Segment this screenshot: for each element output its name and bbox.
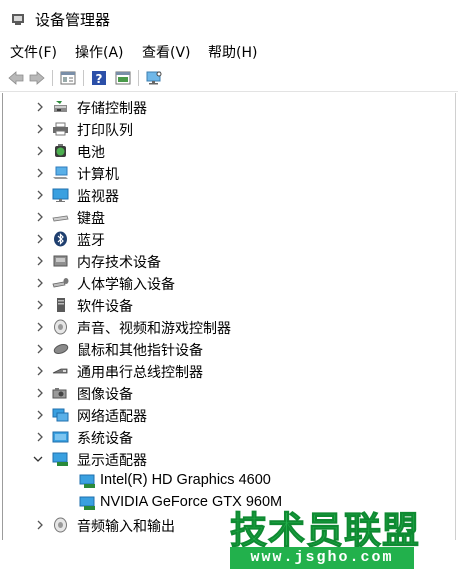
tree-item-imaging-devices[interactable]: 图像设备 bbox=[3, 382, 455, 404]
toolbar: ? bbox=[0, 64, 458, 92]
tree-item-storage-controllers[interactable]: 存储控制器 bbox=[3, 96, 455, 118]
chevron-down-icon[interactable] bbox=[31, 452, 45, 466]
watermark-title: 技术员联盟 bbox=[230, 509, 420, 553]
chevron-right-icon[interactable] bbox=[33, 298, 47, 312]
chevron-right-icon[interactable] bbox=[33, 232, 47, 246]
chevron-right-icon[interactable] bbox=[33, 254, 47, 268]
tree-item-label: Intel(R) HD Graphics 4600 bbox=[100, 472, 271, 488]
computer-icon bbox=[53, 166, 68, 179]
tree-item-batteries[interactable]: 电池 bbox=[3, 140, 455, 162]
keyboard-icon bbox=[52, 215, 69, 222]
watermark-url: www.jsgho.com bbox=[230, 547, 414, 569]
back-icon[interactable] bbox=[6, 68, 26, 88]
tree-item-label: 声音、视频和游戏控制器 bbox=[77, 321, 231, 337]
system-device-icon bbox=[52, 431, 69, 443]
tree-item-usb-controllers[interactable]: 通用串行总线控制器 bbox=[3, 360, 455, 382]
chevron-right-icon[interactable] bbox=[33, 430, 47, 444]
tree-item-label: 计算机 bbox=[77, 167, 119, 183]
network-adapter-icon bbox=[52, 408, 69, 422]
help-icon[interactable]: ? bbox=[89, 68, 109, 88]
hid-icon bbox=[52, 278, 69, 288]
audio-io-icon bbox=[54, 517, 67, 533]
chevron-right-icon[interactable] bbox=[33, 276, 47, 290]
chevron-right-icon[interactable] bbox=[33, 100, 47, 114]
usb-icon bbox=[52, 368, 68, 374]
sound-icon bbox=[54, 319, 67, 335]
software-device-icon bbox=[57, 298, 65, 312]
tree-item-label: 鼠标和其他指针设备 bbox=[77, 343, 203, 359]
tree-item-label: 网络适配器 bbox=[77, 409, 147, 425]
tree-item-label: 电池 bbox=[77, 145, 105, 161]
tree-item-label: 内存技术设备 bbox=[77, 255, 161, 271]
menu-help[interactable]: 帮助(H) bbox=[208, 42, 257, 62]
panel-icon[interactable] bbox=[113, 68, 133, 88]
display-adapter-icon bbox=[79, 474, 95, 488]
tree-item-label: 显示适配器 bbox=[77, 453, 147, 469]
toolbar-separator bbox=[52, 70, 53, 86]
tree-item-human-interface-devices[interactable]: 人体学输入设备 bbox=[3, 272, 455, 294]
monitor-icon bbox=[52, 188, 69, 202]
display-adapter-icon bbox=[79, 496, 95, 510]
chevron-right-icon[interactable] bbox=[33, 122, 47, 136]
tree-item-label: 人体学输入设备 bbox=[77, 277, 175, 293]
tree-item-label: 系统设备 bbox=[77, 431, 133, 447]
chevron-right-icon[interactable] bbox=[33, 342, 47, 356]
tree-item-label: 存储控制器 bbox=[77, 101, 147, 117]
chevron-right-icon[interactable] bbox=[33, 144, 47, 158]
tree-item-label: 蓝牙 bbox=[77, 233, 105, 249]
toolbar-separator bbox=[138, 70, 139, 86]
battery-icon bbox=[55, 144, 66, 157]
tree-child-intel-hd-graphics[interactable]: Intel(R) HD Graphics 4600 bbox=[3, 470, 455, 492]
tree-item-label: 打印队列 bbox=[77, 123, 133, 139]
tree-item-monitors[interactable]: 监视器 bbox=[3, 184, 455, 206]
properties-icon[interactable] bbox=[58, 68, 78, 88]
window-title: 设备管理器 bbox=[35, 11, 111, 29]
menu-action[interactable]: 操作(A) bbox=[75, 42, 124, 62]
title-bar: 设备管理器 bbox=[0, 0, 458, 38]
toolbar-separator bbox=[83, 70, 84, 86]
chevron-right-icon[interactable] bbox=[33, 364, 47, 378]
chevron-right-icon[interactable] bbox=[33, 518, 47, 532]
tree-item-print-queues[interactable]: 打印队列 bbox=[3, 118, 455, 140]
memory-device-icon bbox=[53, 255, 68, 267]
bluetooth-icon bbox=[54, 231, 67, 247]
chevron-right-icon[interactable] bbox=[33, 320, 47, 334]
display-adapter-icon bbox=[52, 452, 68, 466]
printer-icon bbox=[53, 122, 68, 136]
tree-item-network-adapters[interactable]: 网络适配器 bbox=[3, 404, 455, 426]
device-tree: 存储控制器 打印队列 电池 计算机 监视器 键盘 蓝牙 内存技术设备 人体学输入… bbox=[2, 93, 456, 540]
tree-item-label: 音频输入和输出 bbox=[77, 519, 175, 535]
mouse-icon bbox=[53, 344, 69, 354]
tree-item-label: 通用串行总线控制器 bbox=[77, 365, 203, 381]
tree-item-computer[interactable]: 计算机 bbox=[3, 162, 455, 184]
tree-item-label: 软件设备 bbox=[77, 299, 133, 315]
tree-item-bluetooth[interactable]: 蓝牙 bbox=[3, 228, 455, 250]
menu-view[interactable]: 查看(V) bbox=[142, 42, 191, 62]
tree-item-memory-technology-devices[interactable]: 内存技术设备 bbox=[3, 250, 455, 272]
chevron-right-icon[interactable] bbox=[33, 210, 47, 224]
chevron-right-icon[interactable] bbox=[33, 386, 47, 400]
monitor-scan-icon[interactable] bbox=[144, 68, 164, 88]
tree-item-mice-pointing-devices[interactable]: 鼠标和其他指针设备 bbox=[3, 338, 455, 360]
camera-icon bbox=[52, 388, 67, 399]
forward-icon[interactable] bbox=[27, 68, 47, 88]
device-manager-icon bbox=[12, 14, 24, 25]
tree-item-system-devices[interactable]: 系统设备 bbox=[3, 426, 455, 448]
chevron-right-icon[interactable] bbox=[33, 408, 47, 422]
watermark: 技术员联盟 www.jsgho.com bbox=[224, 500, 458, 572]
tree-item-keyboards[interactable]: 键盘 bbox=[3, 206, 455, 228]
menu-bar: 文件(F) 操作(A) 查看(V) 帮助(H) bbox=[0, 38, 458, 64]
storage-controller-icon bbox=[54, 101, 67, 112]
tree-item-label: 图像设备 bbox=[77, 387, 133, 403]
tree-item-display-adapters[interactable]: 显示适配器 bbox=[3, 448, 455, 470]
tree-item-sound-video-game-controllers[interactable]: 声音、视频和游戏控制器 bbox=[3, 316, 455, 338]
tree-item-label: 键盘 bbox=[77, 211, 105, 227]
menu-file[interactable]: 文件(F) bbox=[10, 42, 57, 62]
chevron-right-icon[interactable] bbox=[33, 166, 47, 180]
tree-item-software-devices[interactable]: 软件设备 bbox=[3, 294, 455, 316]
svg-text:?: ? bbox=[96, 72, 103, 86]
chevron-right-icon[interactable] bbox=[33, 188, 47, 202]
tree-item-label: 监视器 bbox=[77, 189, 119, 205]
